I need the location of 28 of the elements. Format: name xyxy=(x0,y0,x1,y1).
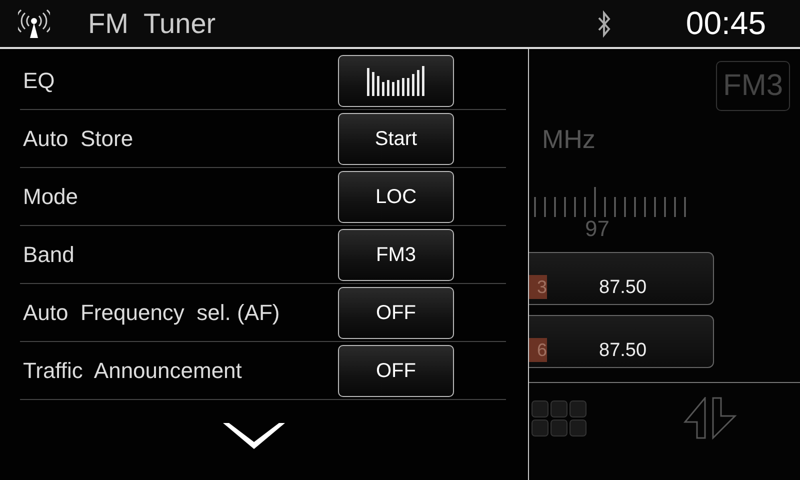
setting-label: EQ xyxy=(22,68,56,94)
chevron-down-icon[interactable] xyxy=(223,423,285,451)
eq-button[interactable] xyxy=(338,55,454,107)
option-button[interactable]: LOC xyxy=(338,171,454,223)
preset-frequency: 87.50 xyxy=(599,340,647,362)
option-button[interactable]: FM3 xyxy=(338,229,454,281)
preset-number: 3 xyxy=(529,275,547,299)
option-button[interactable]: Start xyxy=(338,113,454,165)
setting-label: Band xyxy=(22,242,76,268)
option-button[interactable]: OFF xyxy=(338,345,454,397)
screen-title: FM Tuner xyxy=(88,8,216,40)
bluetooth-icon xyxy=(596,10,612,38)
preset-button[interactable]: 6 87.50 xyxy=(529,315,714,368)
band-badge: FM3 xyxy=(716,61,790,111)
scale-label: 97 xyxy=(585,216,610,242)
clock: 00:45 xyxy=(686,5,766,42)
antenna-icon xyxy=(18,8,50,38)
preset-button[interactable]: 3 87.50 xyxy=(529,252,714,305)
unit-label: MHz xyxy=(542,124,596,155)
equalizer-icon xyxy=(367,66,425,96)
preset-frequency: 87.50 xyxy=(599,277,647,299)
setting-label: Traffic Announcement xyxy=(22,358,243,384)
setting-label: Mode xyxy=(22,184,80,210)
swap-arrows-icon[interactable] xyxy=(683,397,737,441)
setting-label: Auto Frequency sel. (AF) xyxy=(22,300,281,326)
preset-number: 6 xyxy=(529,338,547,362)
option-button[interactable]: OFF xyxy=(338,287,454,339)
setting-label: Auto Store xyxy=(22,126,134,152)
